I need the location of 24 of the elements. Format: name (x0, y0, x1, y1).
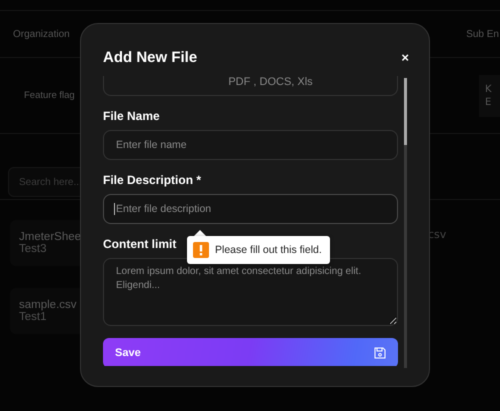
tab[interactable]: Sub En (466, 28, 499, 40)
file-name: sample.csv (19, 299, 78, 311)
input-field[interactable]: Enter file name (103, 130, 398, 160)
upload-area[interactable]: PDF , DOCS, Xls (103, 76, 398, 96)
input-field[interactable]: Enter file description (103, 194, 398, 224)
text-area[interactable]: Lorem ipsum dolor, sit amet consectetur adipisicing elit. Eligendi... (103, 258, 398, 326)
save-icon (374, 347, 386, 359)
feature-flags-label: Feature flag (24, 90, 75, 101)
close-button[interactable]: × (399, 50, 411, 64)
field-label: File Name (103, 108, 160, 124)
save-button[interactable]: Save (103, 338, 398, 366)
warning-icon (193, 242, 209, 258)
dialog-title: Add New File (103, 48, 198, 66)
upload-hint: PDF , DOCS, Xls (228, 76, 313, 88)
tooltip-text: Please fill out this field. (215, 244, 322, 256)
side-card-text: K (485, 82, 493, 96)
file-subtitle: Test3 (19, 243, 48, 255)
text-cursor (114, 203, 115, 215)
side-card-text: E (485, 96, 492, 108)
scrollbar[interactable] (404, 78, 407, 368)
file-name: JmeterShee (19, 231, 82, 243)
field-label: Content limit (103, 236, 176, 252)
tab[interactable]: Organization (13, 28, 70, 40)
file-subtitle: Test1 (19, 311, 48, 323)
